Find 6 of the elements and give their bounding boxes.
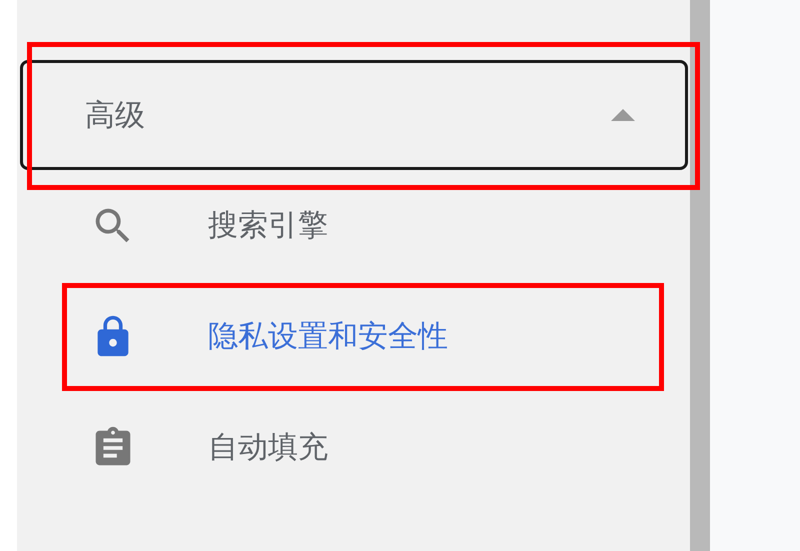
- sidebar-item[interactable]: 隐私设置和安全性: [20, 314, 448, 360]
- advanced-section-toggle[interactable]: 高级: [20, 60, 688, 170]
- collapse-caret-icon: [611, 109, 635, 121]
- scrollbar[interactable]: [690, 0, 710, 551]
- sidebar-item[interactable]: 自动填充: [20, 424, 328, 470]
- sidebar-item[interactable]: 搜索引擎: [20, 202, 328, 248]
